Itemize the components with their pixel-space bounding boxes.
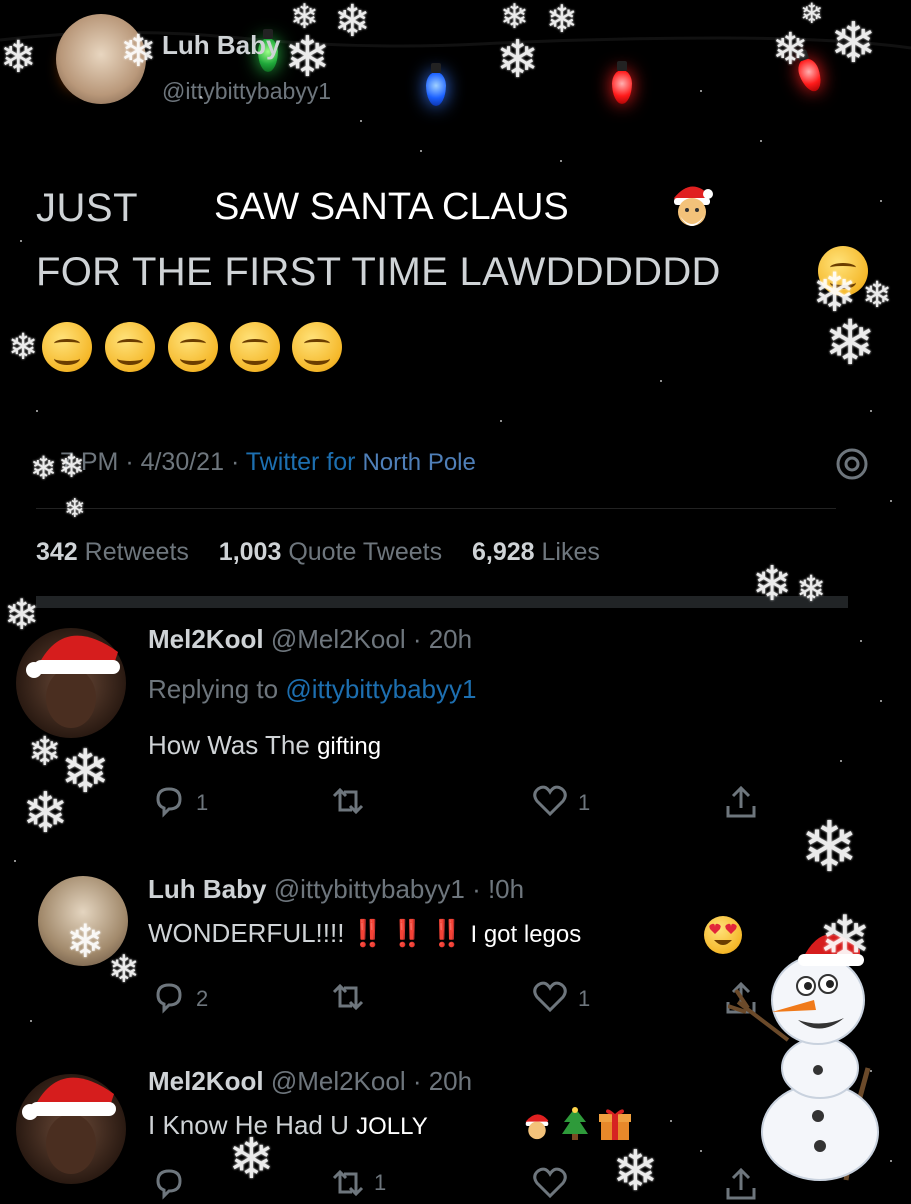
reply-time[interactable]: · !0h <box>472 874 524 904</box>
reply-time[interactable]: · 20h <box>413 624 472 654</box>
snowflake-icon: ❄ <box>496 30 540 90</box>
snowflake-icon: ❄ <box>612 1139 659 1204</box>
reply-icon[interactable] <box>152 784 186 818</box>
retweet-icon[interactable] <box>328 980 368 1014</box>
double-exclamation-icons: ‼️ ‼️ ‼️ <box>351 918 464 948</box>
heart-icon[interactable] <box>532 1166 568 1200</box>
snowflake-icon: ❄ <box>108 947 140 991</box>
reply-text-added: I got legos <box>470 921 582 948</box>
snowflake-icon: ❄ <box>862 275 893 316</box>
reply-handle[interactable]: @Mel2Kool <box>271 624 406 654</box>
snowflake-icon: ❄ <box>546 0 578 41</box>
reply-display-name[interactable]: Mel2Kool <box>148 624 264 654</box>
tweet-source[interactable]: North Pole <box>362 449 475 476</box>
heart-icon[interactable] <box>532 784 568 818</box>
santa-hat-icon <box>18 1054 128 1124</box>
reply-text: WONDERFUL!!!! <box>148 918 345 948</box>
drooling-face-icon <box>42 322 92 372</box>
retweet-icon[interactable] <box>328 1166 368 1200</box>
replying-to-handle[interactable]: @ittybittybabyy1 <box>285 674 476 704</box>
tweet-text-line1a: JUST <box>36 186 138 230</box>
snowflake-icon: ❄ <box>0 32 37 83</box>
replying-to-label: Replying to <box>148 674 279 704</box>
snowflake-icon: ❄ <box>772 24 809 75</box>
like-count: 1 <box>578 790 591 815</box>
snowflake-icon: ❄ <box>800 806 859 888</box>
quotes-count[interactable]: 1,003 <box>219 538 282 566</box>
snowflake-icon: ❄ <box>58 447 85 485</box>
reply-icon[interactable] <box>152 980 186 1014</box>
snowflake-icon: ❄ <box>8 327 39 368</box>
analytics-icon[interactable] <box>834 446 870 482</box>
reply-count: 1 <box>196 790 209 815</box>
snowflake-icon: ❄ <box>796 569 827 610</box>
santa-emoji-icon <box>522 1110 552 1142</box>
divider <box>36 596 848 608</box>
likes-count[interactable]: 6,928 <box>472 538 535 566</box>
like-count: 1 <box>578 986 591 1011</box>
tweet-text-line1b: SAW SANTA CLAUS <box>214 186 569 228</box>
snowflake-icon: ❄ <box>824 306 876 379</box>
reply-text-added: JOLLY <box>356 1113 428 1140</box>
reply-handle[interactable]: @ittybittybabyy1 <box>274 874 465 904</box>
gift-icon <box>598 1106 632 1142</box>
snowflake-icon: ❄ <box>752 556 793 612</box>
snowflake-icon: ❄ <box>830 11 877 76</box>
retweets-label[interactable]: Retweets <box>85 538 189 566</box>
share-icon[interactable] <box>724 784 758 820</box>
reply-count: 2 <box>196 986 209 1011</box>
snowflake-icon: ❄ <box>4 590 40 639</box>
olaf-snowman-icon <box>728 920 898 1190</box>
tweet-text-line2: FOR THE FIRST TIME LAWDDDDDD <box>36 250 721 294</box>
tweet-source-prefix[interactable]: Twitter for <box>246 448 356 476</box>
reply-display-name[interactable]: Mel2Kool <box>148 1066 264 1096</box>
santa-emoji-icon <box>668 180 716 230</box>
reply-text: How Was The <box>148 730 310 760</box>
snowflake-icon: ❄ <box>290 0 319 37</box>
snowflake-icon: ❄ <box>800 0 824 30</box>
reply-display-name[interactable]: Luh Baby <box>148 874 266 904</box>
retweets-count[interactable]: 342 <box>36 538 78 566</box>
reply-icon[interactable] <box>152 1166 186 1200</box>
like-count: 1 <box>374 1170 387 1195</box>
drooling-face-icon <box>105 322 155 372</box>
snowflake-icon: ❄ <box>500 0 529 37</box>
tweet-meta: 7 PM · 4/30/21 · Twitter for North Pole <box>60 448 476 477</box>
snowflake-icon: ❄ <box>30 449 57 487</box>
likes-label[interactable]: Likes <box>542 538 600 566</box>
heart-icon[interactable] <box>532 980 568 1014</box>
drooling-face-icon <box>292 322 342 372</box>
christmas-tree-icon <box>560 1106 590 1142</box>
drooling-face-icon <box>168 322 218 372</box>
snowflake-icon: ❄ <box>334 0 371 47</box>
divider <box>36 508 836 509</box>
snowflake-icon: ❄ <box>64 494 86 524</box>
drooling-face-icon <box>230 322 280 372</box>
tweet-stats: 342 Retweets 1,003 Quote Tweets 6,928 Li… <box>36 538 600 567</box>
quotes-label[interactable]: Quote Tweets <box>288 538 442 566</box>
reply-actions: 1 1 <box>148 784 768 824</box>
reply-time[interactable]: · 20h <box>413 1066 472 1096</box>
snowflake-icon: ❄ <box>284 25 331 90</box>
reply-handle[interactable]: @Mel2Kool <box>271 1066 406 1096</box>
tweet-display-name[interactable]: Luh Baby <box>162 30 280 61</box>
reply-text-added: gifting <box>317 733 382 760</box>
reply-actions: 2 1 <box>148 980 768 1020</box>
retweet-icon[interactable] <box>328 784 368 818</box>
snowflake-icon: ❄ <box>228 1127 275 1192</box>
snowflake-icon: ❄ <box>818 903 872 977</box>
snowflake-icon: ❄ <box>120 26 157 77</box>
snowflake-icon: ❄ <box>66 914 105 968</box>
snowflake-icon: ❄ <box>28 729 62 775</box>
tweet-date[interactable]: · 4/30/21 · <box>125 448 239 476</box>
snowflake-icon: ❄ <box>22 781 69 846</box>
